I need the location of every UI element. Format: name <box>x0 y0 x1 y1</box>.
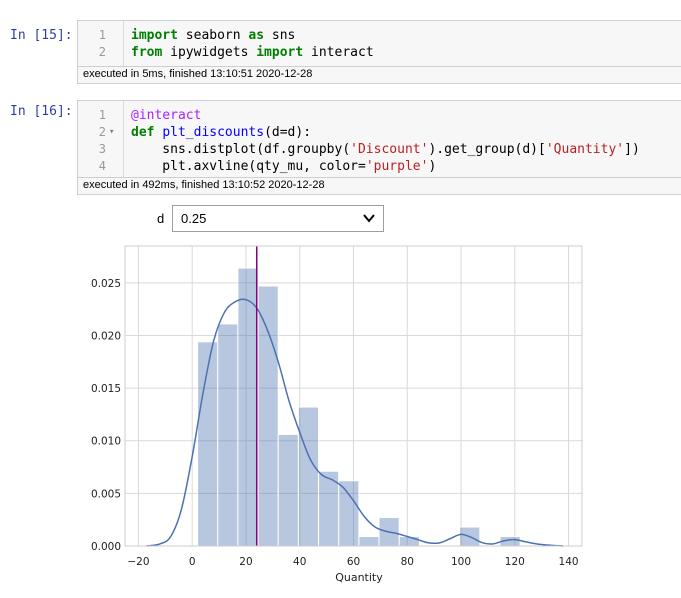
y-tick-label: 0.010 <box>91 436 121 448</box>
code-token: ) <box>428 159 437 174</box>
x-tick-label: 120 <box>505 556 525 568</box>
histogram-bar <box>237 267 259 547</box>
code-token: ipywidgets <box>162 45 257 60</box>
line-number: 2 <box>98 125 106 139</box>
execution-info-16: executed in 492ms, finished 13:10:52 202… <box>77 178 681 195</box>
histogram-bar <box>197 341 219 547</box>
code-token: plt_discounts <box>162 125 265 140</box>
histogram-bar <box>338 480 360 547</box>
histogram-bar <box>358 536 380 547</box>
widget-label-d: d <box>157 211 165 226</box>
histogram-bar <box>257 285 279 547</box>
y-tick-label: 0.020 <box>91 330 121 342</box>
code-token: @interact <box>131 108 202 123</box>
code-text: def plt_discounts(d=d): <box>131 124 311 141</box>
line-number: 2 <box>98 45 106 59</box>
code-line: 1 @interact <box>78 107 681 124</box>
dropdown-value: 0.25 <box>181 211 207 226</box>
x-tick-label: 0 <box>189 556 196 568</box>
plot-frame <box>124 245 583 547</box>
x-tick-label: 100 <box>451 556 471 568</box>
code-line: 1 import seaborn as sns <box>78 27 681 44</box>
line-number: 4 <box>98 159 106 173</box>
line-number: 1 <box>98 28 106 42</box>
execution-info-15: executed in 5ms, finished 13:10:51 2020-… <box>77 67 681 84</box>
code-text: from ipywidgets import interact <box>131 44 374 61</box>
code-token: interact <box>303 45 374 60</box>
cell-prompt: In [16]: <box>10 104 73 119</box>
line-number: 3 <box>98 142 106 156</box>
cell-prompt: In [15]: <box>10 28 73 43</box>
code-token: (d=d): <box>264 125 312 140</box>
code-editor-15[interactable]: 1 import seaborn as sns 2 from ipywidgets i… <box>77 20 681 67</box>
code-text: @interact <box>131 107 201 124</box>
code-token: sns.distplot(df.groupby( <box>131 142 351 157</box>
code-token: from <box>131 45 163 60</box>
histogram-bar <box>277 433 299 547</box>
chevron-down-icon <box>363 206 375 239</box>
code-token: import <box>256 45 304 60</box>
x-tick-label: 60 <box>347 556 360 568</box>
code-line: 2 ▾ def plt_discounts(d=d): <box>78 124 681 141</box>
x-tick-label: 80 <box>401 556 414 568</box>
code-token: as <box>248 28 265 43</box>
discount-dropdown[interactable]: 0.25 <box>172 205 384 232</box>
code-text: sns.distplot(df.groupby('Discount').get_… <box>131 141 640 158</box>
histogram-bar <box>459 526 481 547</box>
fold-toggle-icon[interactable]: ▾ <box>109 124 114 141</box>
x-tick-label: 40 <box>293 556 306 568</box>
code-token: 'purple' <box>365 159 429 174</box>
code-token: seaborn <box>177 28 249 43</box>
histogram-bar <box>318 470 340 547</box>
code-line: 4 plt.axvline(qty_mu, color='purple') <box>78 158 681 175</box>
code-text: import seaborn as sns <box>131 27 295 44</box>
histogram-bar <box>378 517 400 547</box>
y-tick-label: 0.025 <box>91 278 121 290</box>
x-axis-label: Quantity <box>335 571 383 584</box>
code-token: 'Quantity' <box>545 142 625 157</box>
y-tick-label: 0.005 <box>91 488 121 500</box>
x-tick-label: −20 <box>127 556 149 568</box>
y-tick-label: 0.000 <box>91 541 121 553</box>
code-token: 'Discount' <box>350 142 429 157</box>
line-number: 1 <box>98 108 106 122</box>
code-token: plt.axvline(qty_mu, color= <box>131 159 366 174</box>
x-tick-label: 140 <box>559 556 579 568</box>
code-line: 3 sns.distplot(df.groupby('Discount').ge… <box>78 141 681 158</box>
code-line: 2 from ipywidgets import interact <box>78 44 681 61</box>
x-tick-label: 20 <box>239 556 252 568</box>
y-tick-label: 0.015 <box>91 383 121 395</box>
histogram-bar <box>217 323 239 547</box>
code-editor-16[interactable]: 1 @interact 2 ▾ def plt_discounts(d=d): 3 sns… <box>77 100 681 178</box>
code-token: import <box>131 28 178 43</box>
code-token: ]) <box>624 142 640 157</box>
distribution-chart: −20 0 20 40 60 80 100 120 140 0.000 0.005 0.010 0.01… <box>91 245 583 584</box>
code-token: ).get_group(d)[ <box>428 142 546 157</box>
code-token: def <box>131 125 155 140</box>
code-token: sns <box>264 28 296 43</box>
code-text: plt.axvline(qty_mu, color='purple') <box>131 158 436 175</box>
histogram-bar <box>297 406 320 547</box>
kde-curve <box>146 298 564 547</box>
histogram-bar <box>499 536 521 547</box>
histogram-bar <box>398 536 420 547</box>
